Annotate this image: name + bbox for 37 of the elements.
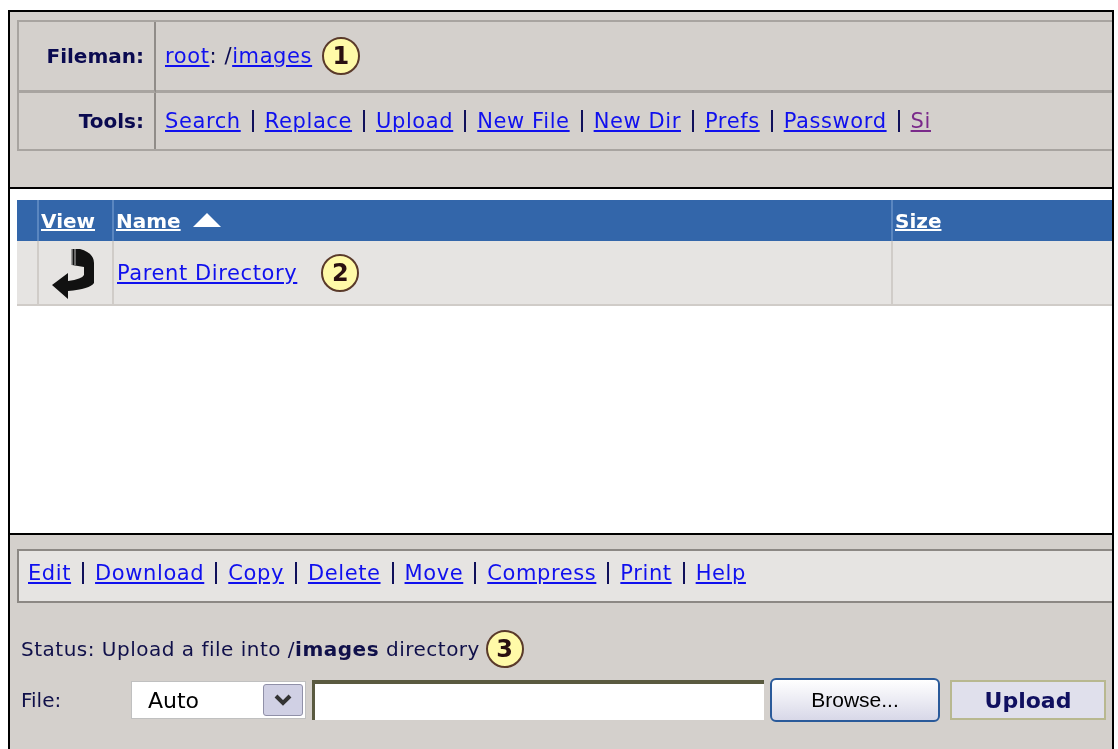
column-header[interactable]: View: [41, 208, 96, 233]
toolbar-link[interactable]: New Dir: [593, 109, 681, 133]
file-link[interactable]: Parent Directory: [117, 260, 298, 285]
column-header[interactable]: Size: [895, 208, 942, 233]
file-label: File:: [21, 688, 63, 712]
toolbar-link[interactable]: Compress: [487, 561, 597, 585]
toolbar-link[interactable]: New File: [477, 109, 570, 133]
toolbar-link[interactable]: Print: [620, 561, 672, 585]
sort-up-icon: [192, 212, 223, 229]
toolbar-link[interactable]: Si: [910, 109, 931, 133]
status-message: Status: Upload a file into /images directory: [21, 637, 480, 661]
chevron-down-icon: [274, 694, 292, 706]
toolbar-link[interactable]: Delete: [307, 561, 381, 585]
toolbar-link[interactable]: Edit: [28, 561, 72, 585]
path-text: : /: [209, 44, 233, 68]
toolbar-link[interactable]: Prefs: [704, 109, 760, 133]
toolbar-link[interactable]: Help: [695, 561, 746, 585]
path-link[interactable]: images: [232, 44, 313, 68]
browse-button[interactable]: Browse...: [770, 678, 940, 722]
callout-number: 3: [485, 630, 524, 668]
toolbar-link[interactable]: Search: [165, 109, 241, 133]
fileman-label: Fileman:: [19, 22, 156, 93]
toolbar-link[interactable]: Password: [783, 109, 887, 133]
callout-number: 1: [322, 37, 361, 75]
file-path-field[interactable]: [312, 680, 764, 720]
path-link[interactable]: root: [165, 44, 210, 68]
table-row[interactable]: Parent Directory 2: [17, 241, 1112, 306]
tools-label: Tools:: [19, 93, 156, 149]
callout-number: 2: [321, 253, 360, 292]
upload-button[interactable]: Upload: [950, 680, 1106, 720]
toolbar-link[interactable]: Move: [404, 561, 464, 585]
toolbar-link[interactable]: Upload: [376, 109, 454, 133]
toolbar-link[interactable]: Download: [95, 561, 205, 585]
mode-dropdown[interactable]: Auto: [131, 681, 306, 719]
column-header[interactable]: Name: [116, 208, 181, 233]
toolbar-link[interactable]: Replace: [264, 109, 353, 133]
toolbar-link[interactable]: Copy: [228, 561, 284, 585]
